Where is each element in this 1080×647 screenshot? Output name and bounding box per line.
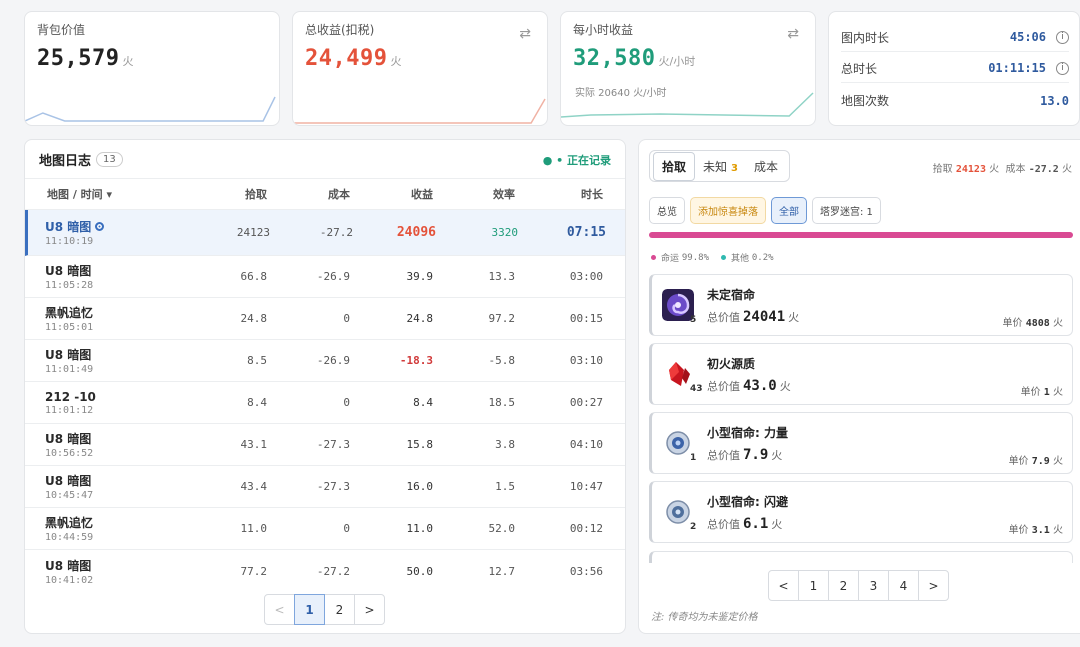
drop-item-card[interactable]: 43 初火源质 总价值 43.0 火 单价 1 火 [649,343,1073,405]
drop-item-card-partial[interactable] [649,551,1073,563]
info-icon[interactable]: i [1056,30,1069,44]
bag-sparkline [25,96,276,122]
table-row[interactable]: U8 暗图 10:41:02 77.2 -27.2 50.0 12.7 03:56 [25,550,625,592]
filter-overview[interactable]: 总览 [649,197,685,224]
unknown-count-badge: 3 [731,162,738,174]
prev-page-button[interactable]: < [264,594,295,625]
col-profit[interactable]: 收益 [350,186,433,202]
drop-filters: 总览 添加惊喜掉落 全部 塔罗迷宫: 1 [649,197,886,224]
bag-value-label: 背包价值 [37,23,86,37]
recording-status: ● • 正在记录 [542,154,611,167]
map-log-title: 地图日志 13 [39,150,123,169]
drops-summary: 拾取 24123 火 成本 -27.2 火 [932,164,1072,175]
swap-icon[interactable]: ⇄ [787,26,799,42]
tab-pick[interactable]: 拾取 [653,151,696,181]
profit-label: 总收益(扣税) [305,23,375,37]
log-table-header: 地图 / 时间 ▾ 拾取 成本 收益 效率 时长 [25,178,625,210]
table-row[interactable]: U8 暗图 10:56:52 43.1 -27.3 15.8 3.8 04:10 [25,424,625,466]
map-time-row: 图内时长 45:06 i [841,23,1069,52]
col-efficiency[interactable]: 效率 [433,186,515,202]
col-duration[interactable]: 时长 [515,186,603,202]
hourly-label: 每小时收益 [573,23,634,37]
page-1-button[interactable]: 1 [294,594,325,625]
map-log-panel: 地图日志 13 ● • 正在记录 地图 / 时间 ▾ 拾取 成本 收益 效率 时… [24,139,626,634]
category-legend: 命运 99.8% 其他 0.2% [651,251,786,264]
col-cost[interactable]: 成本 [267,186,350,202]
hourly-value: 32,580 火/小时 [573,46,696,71]
current-marker-icon [95,222,105,231]
col-map-time[interactable]: 地图 / 时间 ▾ [25,186,175,202]
profit-sparkline [293,98,546,124]
log-pagination: < 1 2 > [264,594,385,625]
tab-unknown[interactable]: 未知 3 [695,153,746,180]
add-surprise-drop-button[interactable]: 添加惊喜掉落 [690,197,766,224]
page-3-button[interactable]: 3 [858,570,889,601]
page-1-button[interactable]: 1 [798,570,829,601]
drop-item-card[interactable]: 1 小型宿命: 力量 总价值 7.9 火 单价 7.9 火 [649,412,1073,474]
table-row[interactable]: U8 暗图 10:45:47 43.4 -27.3 16.0 1.5 10:47 [25,466,625,508]
bag-value-card: 背包价值 25,579 火 [24,11,280,126]
drops-tabs: 拾取 未知 3 成本 [649,150,791,182]
bag-value: 25,579 火 [37,46,134,71]
time-card: 图内时长 45:06 i 总时长 01:11:15 i 地图次数 13.0 [828,11,1080,126]
table-row[interactable]: U8 暗图 11:10:19 24123 -27.2 24096 3320 07:… [25,210,625,256]
page-2-button[interactable]: 2 [828,570,859,601]
filter-tarot-maze[interactable]: 塔罗迷宫: 1 [812,197,881,224]
hourly-card: 每小时收益 ⇄ 32,580 火/小时 实际 20640 火/小时 [560,11,816,126]
table-row[interactable]: 黑帆追忆 10:44:59 11.0 0 11.0 52.0 00:12 [25,508,625,550]
table-row[interactable]: U8 暗图 11:05:28 66.8 -26.9 39.9 13.3 03:00 [25,256,625,298]
profit-value: 24,499 火 [305,46,402,71]
drop-item-card[interactable]: 5 未定宿命 总价值 24041 火 单价 4808 火 [649,274,1073,336]
table-row[interactable]: 黑帆追忆 11:05:01 24.8 0 24.8 97.2 00:15 [25,298,625,340]
table-row[interactable]: U8 暗图 11:01:49 8.5 -26.9 -18.3 -5.8 03:10 [25,340,625,382]
map-count-row: 地图次数 13.0 [841,93,1069,109]
page-4-button[interactable]: 4 [888,570,919,601]
info-icon[interactable]: i [1056,61,1069,75]
drops-panel: 拾取 未知 3 成本 拾取 24123 火 成本 -27.2 火 总览 添加惊喜掉… [638,139,1080,634]
table-row[interactable]: 212 -10 11:01:12 8.4 0 8.4 18.5 00:27 [25,382,625,424]
drop-item-card[interactable]: 2 小型宿命: 闪避 总价值 6.1 火 单价 3.1 火 [649,481,1073,543]
page-2-button[interactable]: 2 [324,594,355,625]
log-count-badge: 13 [96,152,123,167]
total-time-row: 总时长 01:11:15 i [841,54,1069,83]
next-page-button[interactable]: > [354,594,385,625]
swap-icon[interactable]: ⇄ [519,26,531,42]
category-share-bar [649,232,1073,238]
tab-cost[interactable]: 成本 [746,153,786,180]
price-note: 注: 传奇均为未鉴定价格 [651,612,758,623]
prev-page-button[interactable]: < [768,570,799,601]
drops-pagination: < 1 2 3 4 > [768,570,949,601]
hourly-sparkline [561,92,814,118]
col-pick[interactable]: 拾取 [175,186,267,202]
profit-card: 总收益(扣税) ⇄ 24,499 火 [292,11,548,126]
filter-all[interactable]: 全部 [771,197,807,224]
next-page-button[interactable]: > [918,570,949,601]
